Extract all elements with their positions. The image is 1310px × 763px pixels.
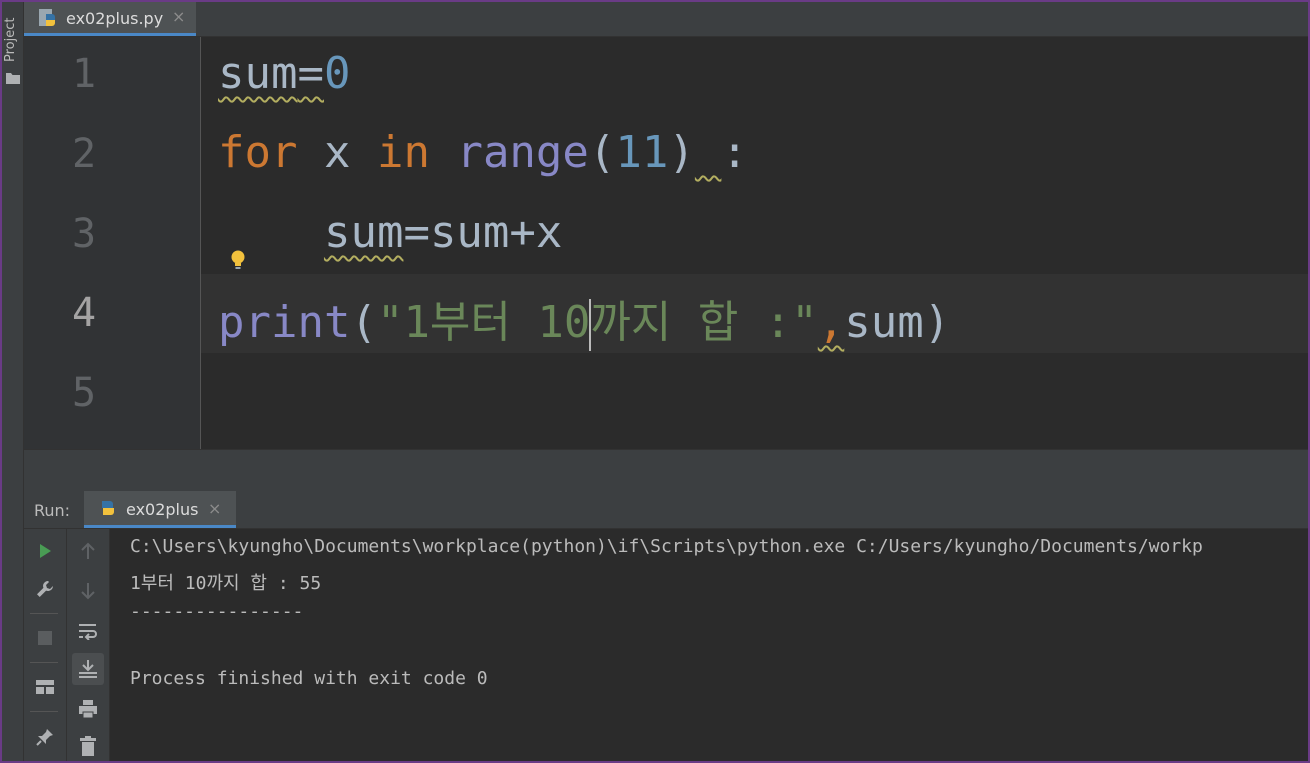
code-token: sum xyxy=(844,297,924,348)
code-token: "1부터 10 xyxy=(376,297,591,348)
run-tab-ex02plus[interactable]: ex02plus × xyxy=(84,491,236,528)
code-token: for xyxy=(218,127,298,178)
editor-tab-bar: ex02plus.py × xyxy=(24,2,1308,37)
toolbar-separator xyxy=(30,613,58,614)
console-line: C:\Users\kyungho\Documents\workplace(pyt… xyxy=(130,536,1203,557)
line-number: 5 xyxy=(71,370,97,416)
rerun-button[interactable] xyxy=(29,535,61,567)
print-icon xyxy=(79,700,97,719)
code-token: , xyxy=(817,297,845,348)
code-token: x xyxy=(297,127,377,178)
code-token: range xyxy=(456,127,589,178)
code-token: sum xyxy=(218,48,298,99)
code-token: =sum+x xyxy=(403,207,563,258)
code-token: 11 xyxy=(615,127,669,178)
code-token: ( xyxy=(350,297,377,348)
line-number-current: 4 xyxy=(71,290,97,336)
tab-label: ex02plus.py xyxy=(66,9,164,28)
project-tool-button[interactable]: Project xyxy=(3,10,23,70)
scroll-to-end-icon xyxy=(79,660,97,678)
previous-occurrence-button[interactable] xyxy=(72,535,104,567)
run-icon xyxy=(40,544,51,558)
clear-all-button[interactable] xyxy=(72,730,104,762)
stop-button[interactable] xyxy=(29,622,61,654)
editor-tab-ex02plus[interactable]: ex02plus.py × xyxy=(24,2,196,36)
print-button[interactable] xyxy=(72,693,104,725)
run-tab-label: ex02plus xyxy=(126,500,199,519)
next-occurrence-button[interactable] xyxy=(72,575,104,607)
run-config-button[interactable] xyxy=(29,573,61,605)
code-token: 0 xyxy=(323,48,351,99)
tab-close-icon[interactable]: × xyxy=(172,7,185,26)
pin-icon xyxy=(36,729,53,746)
run-toolbar-secondary xyxy=(67,529,110,761)
run-panel-header: Run: ex02plus × xyxy=(24,491,1308,529)
console-output[interactable]: C:\Users\kyungho\Documents\workplace(pyt… xyxy=(128,529,1308,761)
arrow-up-icon xyxy=(81,542,95,559)
code-line-1[interactable]: sum=0 xyxy=(218,48,350,99)
code-line-2[interactable]: for x in range(11) : xyxy=(218,127,748,178)
trash-icon xyxy=(80,736,96,756)
soft-wrap-button[interactable] xyxy=(72,615,104,647)
code-line-3[interactable]: sum=sum+x xyxy=(218,207,562,258)
console-line: 1부터 10까지 합 : 55 xyxy=(130,573,322,594)
line-number: 3 xyxy=(71,211,97,257)
code-line-4[interactable]: print("1부터 10까지 합 :",sum) xyxy=(218,286,950,351)
code-token: : xyxy=(721,127,748,178)
code-editor[interactable]: 1 2 3 4 5 sum=0 for x in range(11) : sum… xyxy=(24,37,1308,449)
code-token: = xyxy=(297,48,324,99)
run-label: Run: xyxy=(34,501,71,520)
run-panel-body: C:\Users\kyungho\Documents\workplace(pyt… xyxy=(24,529,1308,761)
pin-tab-button[interactable] xyxy=(29,721,61,753)
lightbulb-icon[interactable] xyxy=(230,249,246,273)
code-token: sum xyxy=(323,207,404,258)
layout-icon xyxy=(36,680,54,694)
run-tab-close-icon[interactable]: × xyxy=(208,499,221,518)
folder-icon[interactable] xyxy=(6,72,20,84)
toolbar-separator xyxy=(30,662,58,663)
soft-wrap-icon xyxy=(79,624,97,640)
console-line: Process finished with exit code 0 xyxy=(130,668,488,689)
python-file-icon xyxy=(39,9,55,26)
code-token: 까지 합 :" xyxy=(590,297,818,348)
restore-layout-button[interactable] xyxy=(29,671,61,703)
python-icon xyxy=(102,501,114,515)
arrow-down-icon xyxy=(81,583,95,600)
code-token: ) xyxy=(923,297,951,348)
code-token: ) xyxy=(668,127,695,178)
code-token: ( xyxy=(588,127,616,178)
line-number: 1 xyxy=(71,51,97,97)
panel-splitter[interactable] xyxy=(24,449,1308,492)
code-token: in xyxy=(376,127,430,178)
toolbar-separator xyxy=(30,711,58,712)
project-tool-strip: Project xyxy=(2,2,24,761)
run-toolbar-primary xyxy=(24,529,67,761)
console-line: ---------------- xyxy=(130,601,304,622)
scroll-to-end-button[interactable] xyxy=(72,653,104,685)
line-number-gutter: 1 2 3 4 5 xyxy=(24,37,201,449)
code-token: print xyxy=(218,297,351,348)
stop-icon xyxy=(38,631,52,645)
wrench-icon xyxy=(37,581,53,597)
line-number: 2 xyxy=(71,131,97,177)
